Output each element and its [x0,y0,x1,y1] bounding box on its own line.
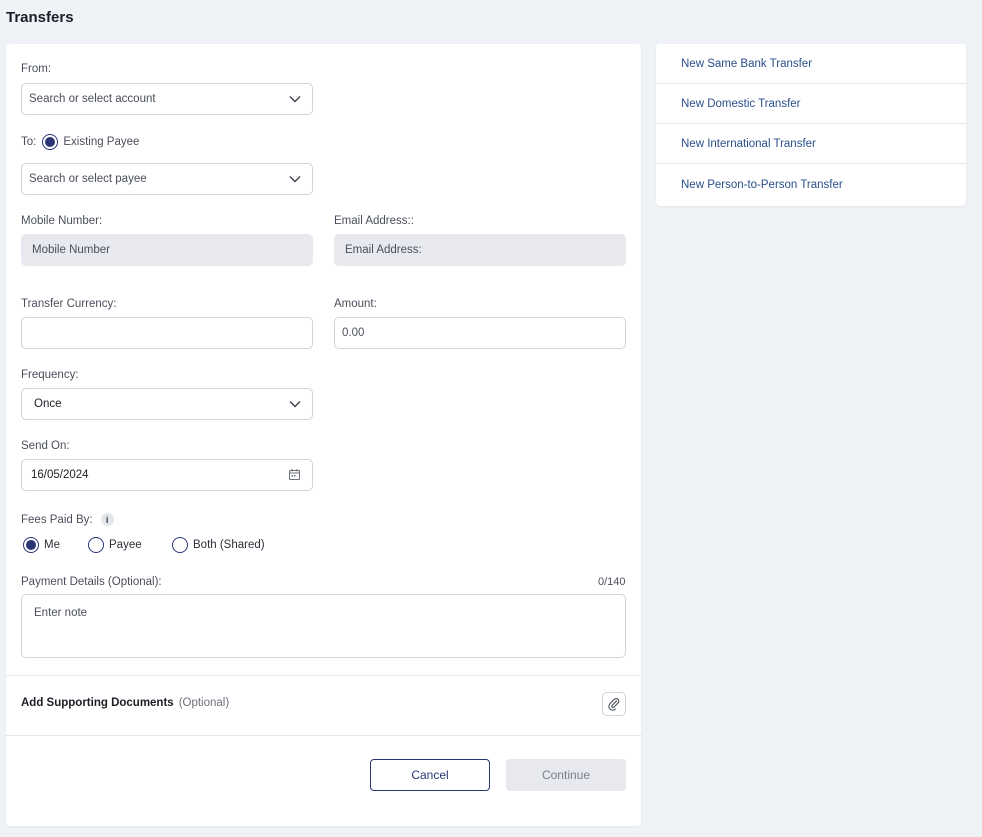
divider [6,735,641,736]
from-account-placeholder: Search or select account [29,93,156,105]
chevron-down-icon [288,172,302,186]
payee-placeholder: Search or select payee [29,173,147,185]
existing-payee-option[interactable]: Existing Payee [42,134,139,150]
payment-details-placeholder: Enter note [34,607,88,619]
mobile-number-field: Mobile Number [21,234,313,266]
character-counter: 0/140 [598,576,626,588]
supporting-documents-label: Add Supporting Documents [21,697,174,709]
fees-options: Me Payee Both (Shared) [23,537,265,553]
transfer-form-card: From: Search or select account To: Exist… [6,44,641,826]
to-label: To: [21,136,37,148]
fees-option-payee[interactable]: Payee [88,537,172,553]
send-on-value: 16/05/2024 [31,469,89,481]
mobile-number-placeholder: Mobile Number [32,244,110,256]
email-address-label: Email Address:: [334,215,414,227]
send-on-date-input[interactable]: 16/05/2024 [21,459,313,491]
menu-item-international[interactable]: New International Transfer [656,124,966,164]
calendar-icon[interactable] [288,468,302,482]
fees-both-label: Both (Shared) [193,539,265,551]
continue-button[interactable]: Continue [506,759,626,791]
transfer-currency-input[interactable] [21,317,313,349]
amount-input[interactable]: 0.00 [334,317,626,349]
chevron-down-icon [288,397,302,411]
menu-item-same-bank[interactable]: New Same Bank Transfer [656,44,966,84]
payee-select[interactable]: Search or select payee [21,163,313,195]
supporting-documents-optional: (Optional) [178,697,230,709]
transfer-currency-label: Transfer Currency: [21,298,117,310]
frequency-label: Frequency: [21,369,79,381]
page-title: Transfers [6,9,74,26]
to-row: To: Existing Payee [21,134,139,150]
fees-option-both[interactable]: Both (Shared) [172,537,265,553]
menu-item-person-to-person[interactable]: New Person-to-Person Transfer [656,164,966,206]
menu-item-domestic[interactable]: New Domestic Transfer [656,84,966,124]
amount-label: Amount: [334,298,377,310]
paperclip-icon[interactable] [602,692,626,716]
existing-payee-radio[interactable] [42,134,59,150]
from-label: From: [21,63,52,75]
fees-paid-by-label: Fees Paid By: [21,513,93,526]
divider [6,675,641,676]
mobile-number-label: Mobile Number: [21,215,103,227]
send-on-label: Send On: [21,440,70,452]
existing-payee-label: Existing Payee [63,136,140,148]
fees-payee-label: Payee [109,539,142,551]
cancel-button[interactable]: Cancel [370,759,490,791]
frequency-value: Once [34,398,62,410]
email-address-field: Email Address: [334,234,626,266]
amount-placeholder: 0.00 [342,327,365,339]
fees-paid-by-row: Fees Paid By: i [21,513,114,526]
payment-details-textarea[interactable]: Enter note [21,594,626,658]
info-icon[interactable]: i [100,513,114,526]
fees-me-radio[interactable] [23,537,39,553]
new-transfer-menu: New Same Bank Transfer New Domestic Tran… [656,44,966,206]
email-address-placeholder: Email Address: [345,244,422,256]
fees-payee-radio[interactable] [88,537,104,553]
frequency-select[interactable]: Once [21,388,313,420]
from-account-select[interactable]: Search or select account [21,83,313,115]
payment-details-label: Payment Details (Optional): [21,576,162,588]
fees-me-label: Me [44,539,60,551]
chevron-down-icon [288,92,302,106]
supporting-documents-row: Add Supporting Documents (Optional) [21,697,229,709]
fees-both-radio[interactable] [172,537,188,553]
fees-option-me[interactable]: Me [23,537,88,553]
